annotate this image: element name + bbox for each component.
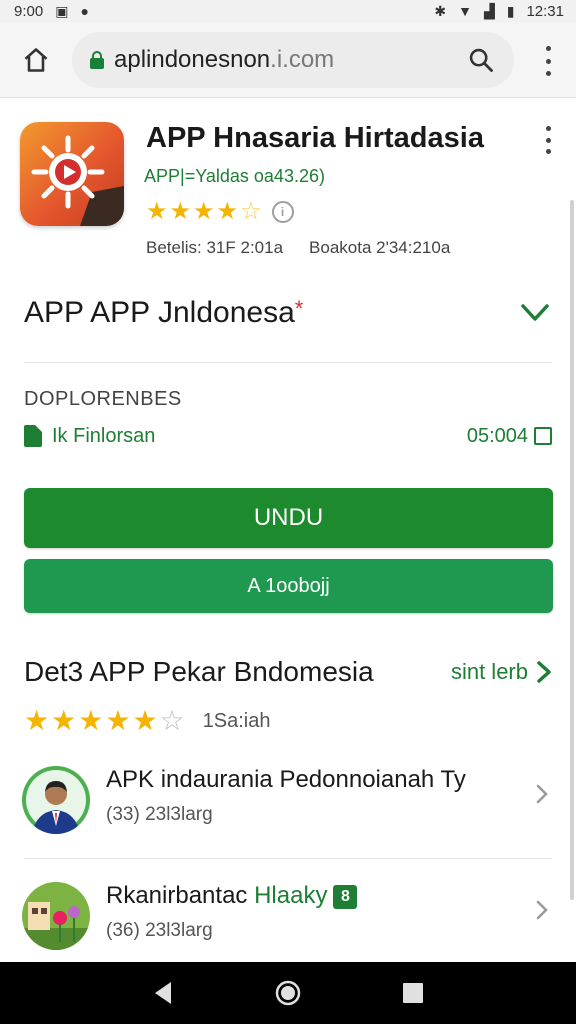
star-icon: ★ — [105, 705, 131, 736]
list-item-title: APK indaurania Pedonnoianah Ty — [106, 766, 466, 793]
secondary-button[interactable]: A 1oobojj — [24, 559, 553, 613]
dot-notification-icon: ● — [80, 3, 89, 19]
list-item[interactable]: Rkanirbantac Hlaaky 8 (36) 23l3larg — [22, 876, 554, 966]
app-rating: ★ ★ ★ ★ ☆ i — [146, 200, 294, 224]
status-bar: 9:00 ▣ ● ✱ ▼ ▟ ▮ 12:31 — [0, 0, 576, 22]
star-icon: ★ — [193, 198, 215, 225]
more-vert-icon[interactable] — [536, 46, 560, 76]
checkbox-icon[interactable] — [534, 427, 552, 445]
meta-right: Boakota 2'34:210a — [309, 238, 451, 257]
star-icon: ★ — [146, 198, 168, 225]
app-more-icon[interactable] — [538, 126, 558, 154]
app-meta: Betelis: 31F 2:01a Boakota 2'34:210a — [146, 238, 450, 258]
see-all-label[interactable]: sint lerb — [451, 659, 528, 685]
list-item-subtitle: (33) 23l3larg — [106, 804, 213, 825]
badge-icon: 8 — [333, 884, 358, 909]
lock-icon — [90, 51, 104, 69]
star-icon: ★ — [78, 705, 104, 736]
more-apps-header: Det3 APP Pekar Bndomesia sint lerb — [24, 650, 552, 694]
list-item-subtitle: (36) 23l3larg — [106, 920, 213, 941]
app-header: APP Hnasaria Hirtadasia APP|=Yaldas oa43… — [20, 118, 560, 268]
list-item[interactable]: APK indaurania Pedonnoianah Ty (33) 23l3… — [22, 760, 554, 850]
status-left-text: 9:00 — [14, 2, 44, 20]
more-apps-rating: ★ ★ ★ ★ ★ ☆ 1Sa:iah — [24, 706, 271, 736]
star-icon: ★ — [24, 705, 50, 736]
browser-toolbar: aplindonesnon.i.com — [0, 22, 576, 98]
star-icon: ★ — [51, 705, 77, 736]
image-notification-icon: ▣ — [55, 2, 69, 19]
downloads-label: DOPLORENBES — [24, 388, 182, 410]
more-apps-title: Det3 APP Pekar Bndomesia — [24, 656, 374, 687]
empty-star-icon: ☆ — [159, 705, 185, 736]
star-icon: ★ — [132, 705, 158, 736]
search-icon[interactable] — [464, 43, 498, 77]
section-header[interactable]: APP APP Jnldonesa* — [24, 288, 552, 338]
rating-count: 1Sa:iah — [202, 709, 271, 732]
half-star-icon: ☆ — [240, 198, 262, 225]
bluetooth-icon: ✱ — [434, 2, 447, 19]
download-button[interactable]: UNDU — [24, 488, 553, 548]
chevron-right-icon — [532, 782, 552, 806]
info-icon[interactable]: i — [271, 201, 294, 223]
see-all-link[interactable]: sint lerb — [451, 659, 552, 685]
file-icon — [24, 425, 42, 447]
signal-icon: ▟ — [483, 2, 495, 19]
section-title: APP APP Jnldonesa* — [24, 296, 304, 329]
meta-left: Betelis: 31F 2:01a — [146, 238, 284, 257]
app-developer[interactable]: APP|=Yaldas oa43.26) — [144, 166, 325, 187]
chevron-right-icon — [537, 661, 551, 683]
downloads-row[interactable]: Ik Finlorsan 05:004 — [24, 420, 552, 452]
download-size: 05:004 — [466, 424, 528, 447]
star-icon: ★ — [216, 198, 239, 225]
divider — [24, 362, 552, 363]
wifi-icon: ▼ — [458, 3, 472, 19]
back-icon[interactable] — [143, 973, 183, 1013]
address-bar[interactable]: aplindonesnon.i.com — [72, 32, 514, 88]
recents-icon[interactable] — [393, 973, 433, 1013]
star-icon: ★ — [169, 198, 192, 225]
chevron-right-icon — [532, 898, 552, 922]
home-nav-icon[interactable] — [268, 973, 308, 1013]
app-title: APP Hnasaria Hirtadasia — [146, 122, 484, 154]
downloads-link[interactable]: Ik Finlorsan — [52, 425, 155, 448]
avatar — [22, 882, 90, 950]
divider — [24, 858, 552, 859]
status-time: 12:31 — [526, 2, 564, 20]
chevron-down-icon[interactable] — [518, 296, 552, 330]
app-icon[interactable] — [20, 122, 124, 226]
list-item-title: Rkanirbantac Hlaaky 8 — [106, 882, 358, 910]
navigation-bar — [0, 962, 576, 1024]
scrollbar[interactable] — [570, 200, 574, 900]
avatar — [22, 766, 90, 834]
home-icon[interactable] — [18, 42, 54, 78]
battery-icon: ▮ — [506, 2, 515, 19]
url-text[interactable]: aplindonesnon.i.com — [114, 46, 464, 74]
